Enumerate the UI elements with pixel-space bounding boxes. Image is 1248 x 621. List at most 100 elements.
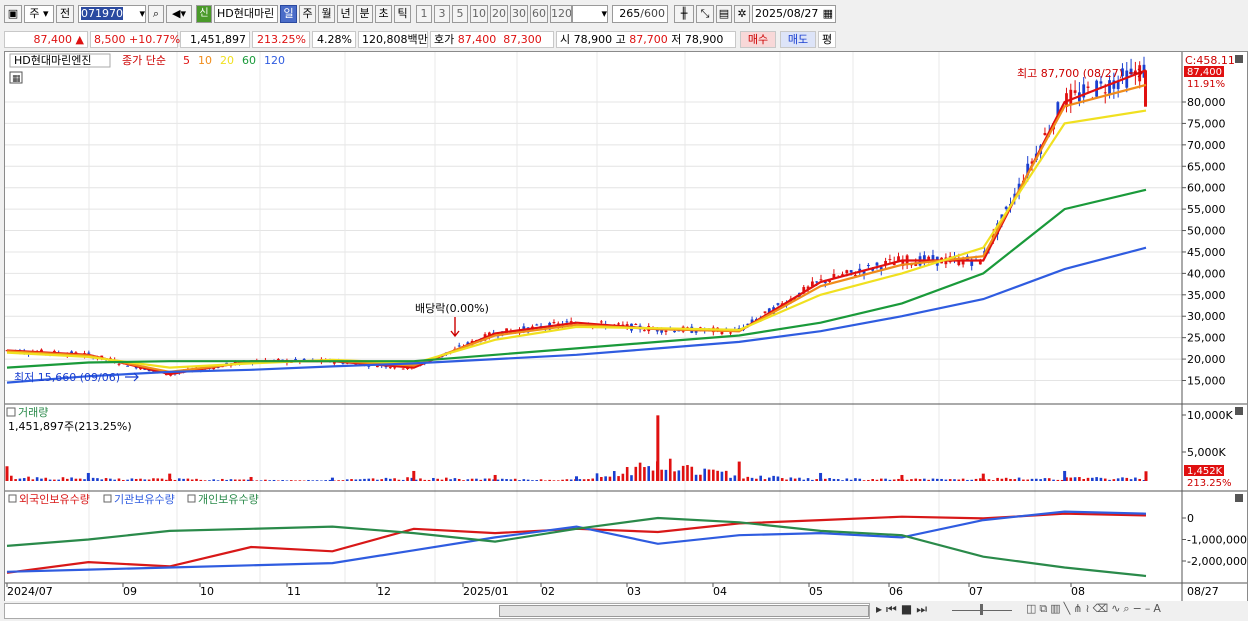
ma-line-5 — [6, 69, 1147, 376]
eval-button[interactable]: 평 — [818, 31, 836, 48]
chart-svg[interactable]: 80,000 75,000 70,000 65,000 60,000 55,000 50,0… — [5, 52, 1247, 601]
save-icon[interactable]: ▤ — [716, 5, 732, 23]
volume-y-tick-label: 10,000K — [1187, 409, 1233, 422]
code-dropdown-icon[interactable]: ▾ — [139, 6, 145, 22]
volume-bar — [970, 479, 974, 481]
window-icon[interactable]: ▣ — [4, 5, 22, 23]
interval-tab-0[interactable]: 일 — [280, 5, 297, 23]
volume-bar — [91, 477, 95, 481]
volume-bar — [380, 479, 383, 481]
volume-bar — [367, 478, 371, 481]
calendar-icon[interactable]: ▦ — [823, 6, 835, 22]
jump-end-icon[interactable]: ⏭ — [916, 602, 931, 616]
unit-select[interactable]: ▾ — [572, 5, 608, 23]
holdings-legend-1: 기관보유수량 — [114, 493, 175, 506]
holdings-y-tick-label: -1,000,000 — [1187, 534, 1247, 547]
volume-bar — [160, 478, 164, 481]
volume-bar — [991, 480, 995, 481]
volume-bar — [690, 466, 694, 481]
stop-icon[interactable]: ■ — [901, 602, 916, 616]
x-tick-label: 02 — [541, 585, 555, 598]
count-value: 265 — [619, 7, 641, 20]
volume-bar — [272, 479, 276, 481]
number-tab-60[interactable]: 60 — [530, 5, 548, 23]
jump-start-icon[interactable]: ⏮ — [886, 602, 901, 616]
count-max: /600 — [640, 7, 665, 20]
tool-zigzag-icon[interactable]: ≀ — [1086, 602, 1093, 615]
volume-bar — [1138, 478, 1141, 481]
number-tab-5[interactable]: 5 — [452, 5, 468, 23]
candle-body — [126, 365, 129, 367]
tool-grid-icon[interactable]: ▥ — [1050, 602, 1063, 615]
prev-button[interactable]: 전 — [56, 5, 74, 23]
volume-bar — [539, 479, 543, 481]
tool-copy-icon[interactable]: ⧉ — [1039, 602, 1050, 615]
tool-erase-icon[interactable]: ⌫ — [1093, 602, 1112, 615]
volume-bar — [289, 480, 293, 481]
interval-tab-1[interactable]: 주 — [299, 5, 316, 23]
period-select[interactable]: 주 ▾ — [24, 5, 54, 23]
volume-bar — [1082, 478, 1086, 481]
volume-close-icon[interactable] — [1235, 407, 1243, 415]
volume-bar — [836, 479, 840, 481]
search-icon[interactable]: ⌕ — [148, 5, 164, 23]
candle-body — [117, 363, 121, 365]
chart-area[interactable]: 80,000 75,000 70,000 65,000 60,000 55,000 50,0… — [4, 51, 1248, 602]
volume-bar — [100, 479, 104, 481]
stock-code-input[interactable]: 071970 ▾ — [78, 5, 146, 23]
number-tab-20[interactable]: 20 — [490, 5, 508, 23]
tool-box-icon[interactable]: ◫ — [1026, 602, 1039, 615]
zoom-out-icon[interactable]: − — [1133, 602, 1145, 615]
date-field[interactable]: 2025/08/27 ▦ — [752, 5, 836, 23]
number-tab-120[interactable]: 120 — [550, 5, 572, 23]
stock-name[interactable]: HD현대마린 — [214, 5, 278, 23]
interval-tab-3[interactable]: 년 — [337, 5, 354, 23]
tool-wave-icon[interactable]: ∿ — [1111, 602, 1123, 615]
tool-line-icon[interactable]: ╲ — [1064, 602, 1074, 615]
speaker-icon[interactable]: ◀▾ — [166, 5, 192, 23]
zoom-handle[interactable] — [980, 604, 983, 615]
volume-bar — [957, 479, 961, 481]
number-tab-10[interactable]: 10 — [470, 5, 488, 23]
volume-bar — [147, 479, 151, 481]
volume-bar — [1022, 479, 1025, 481]
volume-bar — [427, 479, 431, 481]
volume-bar — [948, 479, 952, 481]
low-annotation: 최저 15,660 (09/06) — [14, 371, 120, 384]
volume-bar — [70, 477, 73, 481]
number-tab-3[interactable]: 3 — [434, 5, 450, 23]
interval-tab-6[interactable]: 틱 — [394, 5, 411, 23]
font-icon[interactable]: A — [1153, 602, 1164, 615]
buy-button[interactable]: 매수 — [740, 31, 776, 48]
scroll-thumb[interactable] — [499, 605, 869, 617]
sell-button[interactable]: 매도 — [780, 31, 816, 48]
y-tick-label: 20,000 — [1187, 353, 1226, 366]
volume-panel-icon[interactable] — [6, 407, 16, 417]
count-field[interactable]: 265/600 — [612, 5, 668, 23]
volume-bar — [315, 480, 319, 481]
holdings-close-icon[interactable] — [1235, 494, 1243, 502]
volume-bar — [871, 479, 874, 481]
candle-body — [1069, 89, 1073, 106]
interval-tab-5[interactable]: 초 — [375, 5, 392, 23]
moving-average-lines — [6, 69, 1147, 384]
volume-bar — [337, 480, 340, 481]
scroll-track[interactable] — [4, 603, 870, 619]
candle-icon[interactable]: ╫ — [674, 5, 694, 23]
tool-fork-icon[interactable]: ⋔ — [1073, 602, 1085, 615]
number-tab-1[interactable]: 1 — [416, 5, 432, 23]
tool-search-icon[interactable]: ⌕ — [1123, 602, 1132, 615]
volume-bar — [246, 479, 250, 481]
number-tab-30[interactable]: 30 — [510, 5, 528, 23]
volume-bar-month — [981, 473, 985, 481]
volume-bar — [1134, 477, 1137, 481]
interval-tab-2[interactable]: 월 — [318, 5, 335, 23]
line-tool-icon[interactable]: ⤡ — [696, 5, 714, 23]
gear-icon[interactable]: ✲ — [734, 5, 750, 23]
new-badge[interactable]: 신 — [196, 5, 212, 23]
scroll-right-icon[interactable]: ▸ — [876, 602, 886, 616]
x-tick-label: 09 — [123, 585, 137, 598]
interval-tab-4[interactable]: 분 — [356, 5, 373, 23]
price-close-icon[interactable] — [1235, 55, 1243, 63]
dividend-annotation: 배당락(0.00%) — [415, 302, 489, 315]
